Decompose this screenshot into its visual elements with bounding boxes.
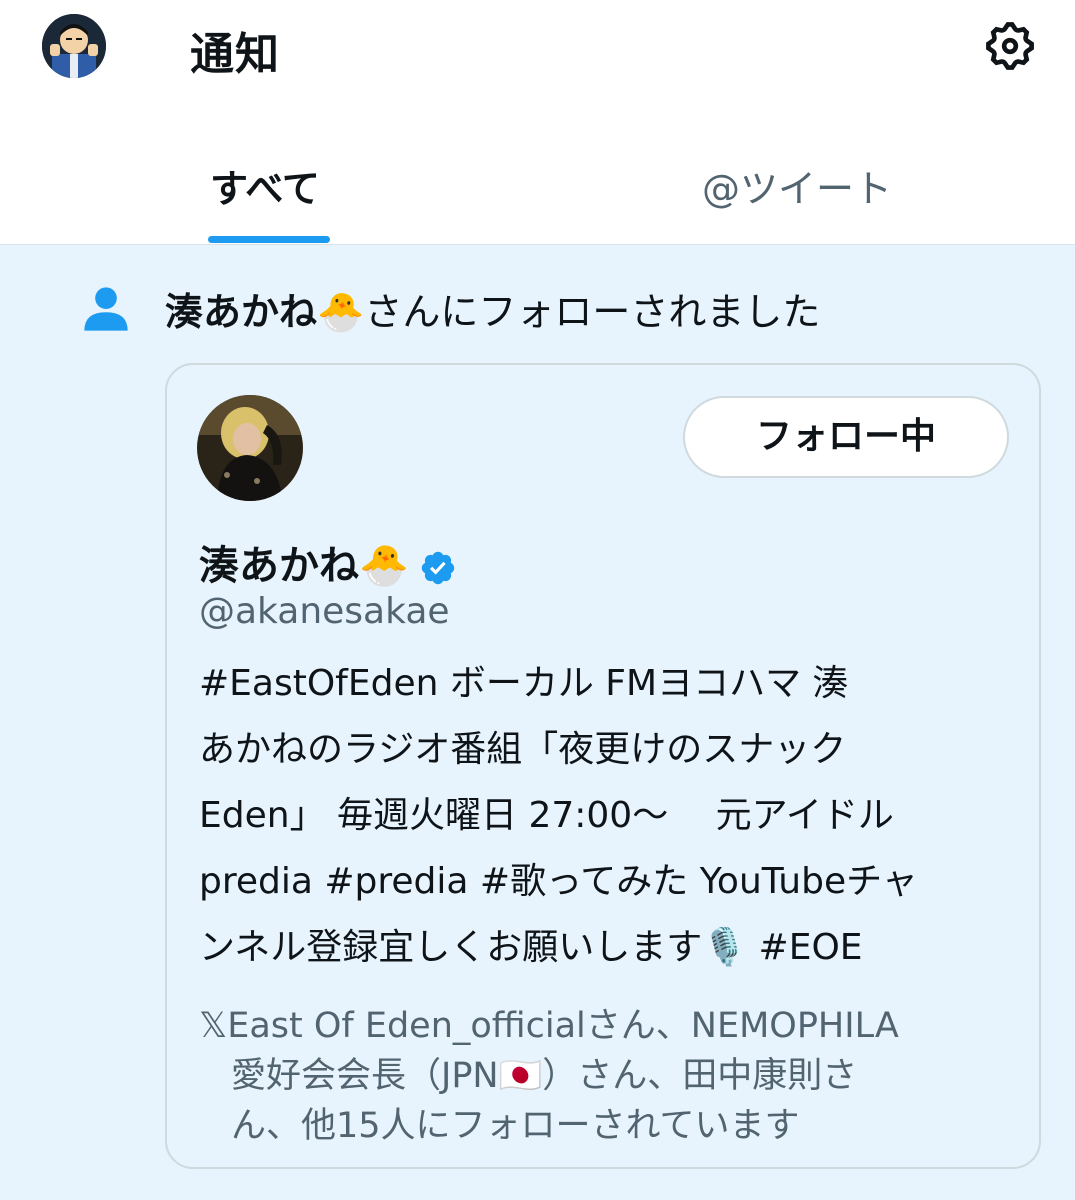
notification-text: 湊あかね🐣さんにフォローされました	[165, 281, 820, 336]
tab-all[interactable]: すべて	[210, 158, 320, 213]
page-title: 通知	[190, 29, 280, 80]
actor-name[interactable]: 湊あかね🐣	[165, 290, 364, 334]
bio-line: predia #predia #歌ってみた YouTubeチャ	[199, 861, 918, 902]
followed-by-line: 𝕏East Of Eden_officialさん、NEMOPHILA	[199, 1006, 899, 1046]
notification-item[interactable]: 湊あかね🐣さんにフォローされました フォロー中 湊あかね🐣 @akanesaka…	[0, 245, 1075, 1200]
bio-line: #EastOfEden ボーカル FMヨコハマ 湊	[199, 663, 849, 704]
bio-line: ンネル登録宜しくお願いします🎙️ #EOE	[199, 927, 863, 968]
avatar-image	[42, 14, 106, 78]
avatar[interactable]	[42, 14, 106, 78]
user-avatar[interactable]	[197, 395, 303, 501]
user-card[interactable]: フォロー中 湊あかね🐣 @akanesakae #EastOfEden ボーカル…	[165, 363, 1041, 1169]
user-display-name-text: 湊あかね🐣	[199, 543, 409, 589]
followed-by-text[interactable]: 𝕏East Of Eden_officialさん、NEMOPHILA 愛好会会長…	[199, 1001, 1009, 1151]
notification-action: さんにフォローされました	[364, 290, 821, 334]
user-bio: #EastOfEden ボーカル FMヨコハマ 湊 あかねのラジオ番組「夜更けの…	[199, 651, 999, 981]
followed-by-line: 愛好会会長（JPN🇯🇵）さん、田中康則さ	[231, 1056, 858, 1096]
followed-by-line: ん、他15人にフォローされています	[231, 1106, 800, 1146]
user-display-name[interactable]: 湊あかね🐣	[199, 533, 457, 591]
gear-icon[interactable]	[982, 18, 1038, 74]
user-avatar-image	[197, 395, 303, 501]
user-handle[interactable]: @akanesakae	[199, 591, 450, 632]
header: 通知 すべて @ツイート	[0, 0, 1075, 245]
bio-line: あかねのラジオ番組「夜更けのスナック	[199, 729, 847, 770]
verified-badge-icon	[421, 551, 455, 585]
bio-line: Eden」 毎週火曜日 27:00〜 元アイドル	[199, 795, 894, 836]
following-button[interactable]: フォロー中	[683, 396, 1009, 478]
person-icon	[84, 287, 128, 331]
active-tab-indicator	[208, 236, 330, 243]
tab-mentions[interactable]: @ツイート	[702, 158, 892, 213]
